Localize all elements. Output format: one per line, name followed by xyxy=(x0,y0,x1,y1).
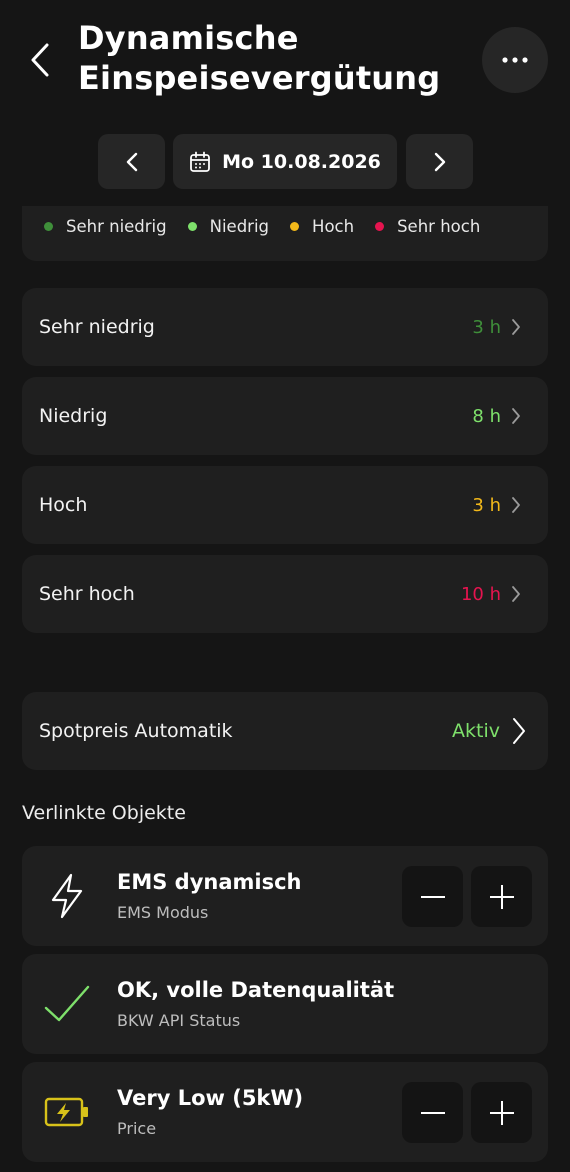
legend-item-sehr-niedrig: Sehr niedrig xyxy=(44,217,167,236)
linked-object-subtitle: EMS Modus xyxy=(117,903,209,922)
category-label: Niedrig xyxy=(39,405,108,427)
battery-charging-icon xyxy=(42,1088,92,1136)
page-title: Dynamische Einspeisevergütung xyxy=(78,18,458,98)
legend-dot-niedrig xyxy=(187,222,197,231)
previous-day-button[interactable] xyxy=(98,134,165,189)
category-hours: 3 h xyxy=(472,494,501,516)
category-label: Sehr hoch xyxy=(39,583,135,605)
minus-icon xyxy=(420,1111,445,1114)
chevron-left-icon xyxy=(31,43,49,77)
price-legend: Sehr niedrig Niedrig Hoch Sehr hoch xyxy=(22,206,548,261)
automation-status: Aktiv xyxy=(452,720,500,742)
decrement-button[interactable] xyxy=(402,866,463,927)
more-horizontal-icon xyxy=(502,57,528,63)
linked-object-ems[interactable]: EMS dynamisch EMS Modus xyxy=(22,846,548,946)
calendar-icon xyxy=(190,151,211,172)
linked-object-title: Very Low (5kW) xyxy=(117,1086,304,1110)
category-hours: 8 h xyxy=(472,405,501,427)
linked-object-api-status[interactable]: OK, volle Datenqualität BKW API Status xyxy=(22,954,548,1054)
decrement-button[interactable] xyxy=(402,1082,463,1143)
minus-icon xyxy=(420,895,445,898)
page-title-line2: Einspeisevergütung xyxy=(78,59,441,97)
lightning-icon xyxy=(42,872,92,920)
category-row-sehr-hoch[interactable]: Sehr hoch 10 h xyxy=(22,555,548,633)
plus-icon xyxy=(489,1100,514,1125)
legend-label: Hoch xyxy=(312,217,355,236)
linked-object-subtitle: Price xyxy=(117,1119,157,1138)
chevron-right-icon xyxy=(511,318,521,336)
spotpreis-automatik-row[interactable]: Spotpreis Automatik Aktiv xyxy=(22,692,548,770)
automation-label: Spotpreis Automatik xyxy=(39,720,233,742)
chevron-left-icon xyxy=(126,152,137,171)
chevron-right-icon xyxy=(511,407,521,425)
back-button[interactable] xyxy=(22,40,58,80)
category-hours: 10 h xyxy=(460,583,501,605)
category-row-hoch[interactable]: Hoch 3 h xyxy=(22,466,548,544)
category-label: Hoch xyxy=(39,494,88,516)
legend-item-sehr-hoch: Sehr hoch xyxy=(375,217,480,236)
chevron-right-icon xyxy=(512,717,526,745)
legend-label: Sehr niedrig xyxy=(66,217,167,236)
current-date: Mo 10.08.2026 xyxy=(222,150,381,173)
checkmark-icon xyxy=(42,980,92,1028)
linked-object-title: EMS dynamisch xyxy=(117,870,302,894)
legend-item-niedrig: Niedrig xyxy=(187,217,270,236)
category-row-niedrig[interactable]: Niedrig 8 h xyxy=(22,377,548,455)
category-row-sehr-niedrig[interactable]: Sehr niedrig 3 h xyxy=(22,288,548,366)
chevron-right-icon xyxy=(511,496,521,514)
linked-object-price[interactable]: Very Low (5kW) Price xyxy=(22,1062,548,1162)
more-options-button[interactable] xyxy=(482,27,548,93)
next-day-button[interactable] xyxy=(406,134,473,189)
linked-objects-heading: Verlinkte Objekte xyxy=(22,802,186,824)
increment-button[interactable] xyxy=(471,1082,532,1143)
legend-dot-sehr-hoch xyxy=(375,222,385,231)
increment-button[interactable] xyxy=(471,866,532,927)
plus-icon xyxy=(489,884,514,909)
legend-label: Sehr hoch xyxy=(397,217,481,236)
linked-object-title: OK, volle Datenqualität xyxy=(117,978,395,1002)
legend-label: Niedrig xyxy=(209,217,270,236)
date-picker-button[interactable]: Mo 10.08.2026 xyxy=(173,134,397,189)
chevron-right-icon xyxy=(434,152,445,171)
linked-object-subtitle: BKW API Status xyxy=(117,1011,241,1030)
legend-dot-sehr-niedrig xyxy=(44,222,53,231)
legend-dot-hoch xyxy=(290,222,300,231)
category-hours: 3 h xyxy=(472,316,501,338)
header: Dynamische Einspeisevergütung xyxy=(0,0,570,110)
category-label: Sehr niedrig xyxy=(39,316,155,338)
page-title-line1: Dynamische xyxy=(78,19,299,57)
legend-item-hoch: Hoch xyxy=(290,217,354,236)
chevron-right-icon xyxy=(511,585,521,603)
